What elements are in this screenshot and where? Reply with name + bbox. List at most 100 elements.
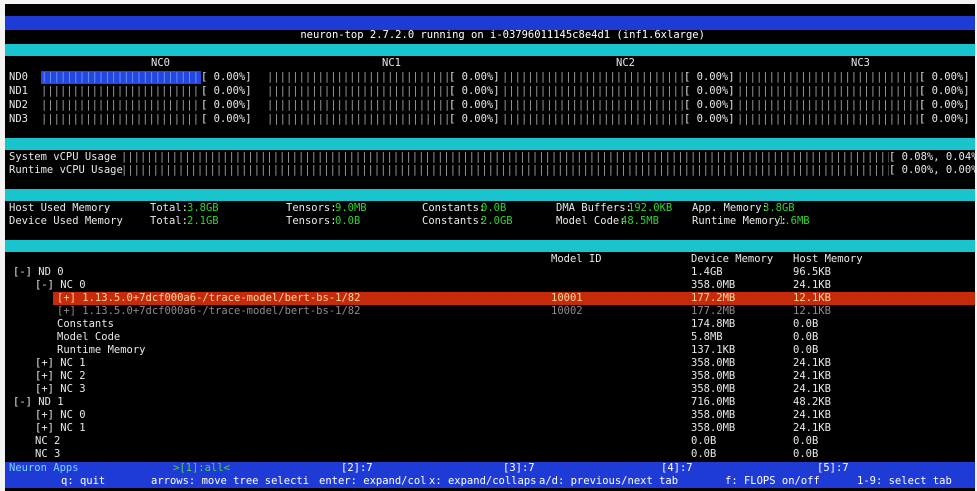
app-tab[interactable]: [4]:7: [661, 462, 693, 475]
neuron-apps-label: Neuron Apps: [9, 462, 79, 474]
utilization-meter: ||||||||||||||||||||||||||||||||||||||||…: [267, 113, 449, 125]
tree-node-host-memory: 24.1KB: [793, 409, 831, 421]
host-app-memory-key: App. Memory:: [692, 202, 768, 214]
host-dma-key: DMA Buffers:: [556, 202, 632, 214]
app-tab[interactable]: [2]:7: [341, 462, 373, 475]
tree-node-label[interactable]: [+] NC 2: [35, 370, 86, 383]
tree-node-label[interactable]: Runtime Memory: [57, 344, 146, 357]
tree-node-host-memory: 0.0B: [793, 318, 819, 330]
utilization-value: [ 0.00%]: [201, 113, 252, 125]
utilization-value: [ 0.00%]: [449, 99, 500, 111]
device-runtime-memory-value: 1.6MB: [778, 215, 810, 227]
utilization-meter: ||||||||||||||||||||||||||||||||||||||||…: [41, 113, 201, 125]
tree-node-host-memory: 24.1KB: [793, 422, 831, 434]
host-total-value: 3.8GB: [187, 202, 219, 214]
utilization-value: [ 0.00%]: [684, 113, 735, 125]
tree-node-device-memory: 0.0B: [691, 435, 717, 447]
tree-node-device-memory: 358.0MB: [691, 370, 736, 382]
terminal-window: neuron-top 2.7.2.0 running on i-03796011…: [5, 4, 975, 491]
nc-util-header: NeuronCore v1 Utilization: [5, 44, 975, 68]
vcpu-meter: ||||||||||||||||||||||||||||||||||||||||…: [121, 164, 889, 176]
utilization-meter: ||||||||||||||||||||||||||||||||||||||||…: [502, 71, 684, 83]
device-model-code-value: 48.5MB: [621, 215, 659, 227]
tree-node-host-memory: 48.2KB: [793, 396, 831, 408]
tree-node-device-memory: 358.0MB: [691, 357, 736, 369]
key-hint: q: quit: [61, 475, 106, 487]
host-constants-value: 0.0B: [481, 202, 507, 214]
vcpu-header: vCPU Utilization: [5, 138, 975, 162]
app-tab[interactable]: >[1]:all<: [173, 462, 230, 475]
tree-node-device-memory: 5.8MB: [691, 331, 723, 343]
utilization-value: [ 0.00%]: [684, 71, 735, 83]
host-dma-value: 192.0KB: [628, 202, 673, 214]
utilization-meter: ||||||||||||||||||||||||||||||||||||||||…: [267, 85, 449, 97]
tree-node-host-memory: 96.5KB: [793, 266, 831, 278]
host-total-key: Total:: [150, 202, 188, 214]
tree-node-label[interactable]: [+] NC 0: [35, 409, 86, 422]
utilization-meter: ||||||||||||||||||||||||||||||||||||||||…: [41, 99, 201, 111]
utilization-meter: ||||||||||||||||||||||||||||||||||||||||…: [502, 99, 684, 111]
utilization-value: [ 0.00%]: [919, 113, 970, 125]
tree-node-label[interactable]: [+] 1.13.5.0+7dcf000a6-/trace-model/bert…: [57, 305, 360, 318]
app-tab[interactable]: [5]:7: [817, 462, 849, 475]
mem-summary-header: Memory Usage Summary: [5, 189, 975, 213]
utilization-value: [ 0.00%]: [684, 99, 735, 111]
device-tensors-key: Tensors:: [286, 215, 337, 227]
utilization-value: [ 0.00%]: [449, 113, 500, 125]
tree-node-label[interactable]: [+] NC 1: [35, 422, 86, 435]
host-tensors-value: 9.0MB: [335, 202, 367, 214]
key-hint: f: FLOPS on/off: [725, 475, 820, 487]
tree-node-device-memory: 358.0MB: [691, 279, 736, 291]
utilization-value: [ 0.00%]: [919, 71, 970, 83]
tree-node-device-memory: 174.8MB: [691, 318, 736, 330]
tree-node-host-memory: 0.0B: [793, 331, 819, 343]
tree-node-label[interactable]: [-] ND 0: [13, 266, 64, 279]
device-total-value: 2.1GB: [187, 215, 219, 227]
tree-node-label[interactable]: [+] NC 1: [35, 357, 86, 370]
col-host-memory: Host Memory: [793, 253, 863, 265]
tree-node-host-memory: 12.1KB: [793, 292, 831, 304]
tree-node-device-memory: 137.1KB: [691, 344, 736, 356]
tree-node-device-memory: 358.0MB: [691, 409, 736, 421]
tree-node-model-id: 10001: [551, 292, 583, 304]
device-label: Device Used Memory: [9, 215, 123, 227]
device-row-label: ND2: [9, 99, 28, 111]
utilization-value: [ 0.00%]: [201, 99, 252, 111]
vcpu-value: [ 0.08%, 0.04%]: [889, 151, 975, 163]
tree-node-device-memory: 358.0MB: [691, 383, 736, 395]
tree-node-host-memory: 24.1KB: [793, 357, 831, 369]
title-text: neuron-top 2.7.2.0 running on i-03796011…: [300, 29, 705, 41]
tree-node-label[interactable]: [-] NC 0: [35, 279, 86, 292]
host-app-memory-value: 3.8GB: [763, 202, 795, 214]
mem-details-header-label: Memory Usage Details: [30, 252, 157, 264]
tree-node-host-memory: 0.0B: [793, 448, 819, 460]
utilization-value: [ 0.00%]: [684, 85, 735, 97]
tree-node-model-id: 10002: [551, 305, 583, 317]
app-tab[interactable]: [3]:7: [503, 462, 535, 475]
host-constants-key: Constants:: [422, 202, 486, 214]
device-row-label: ND1: [9, 85, 28, 97]
device-constants-key: Constants:: [422, 215, 486, 227]
tree-node-label[interactable]: NC 3: [35, 448, 60, 461]
device-row-label: ND0: [9, 71, 28, 83]
tree-node-host-memory: 24.1KB: [793, 370, 831, 382]
host-tensors-key: Tensors:: [286, 202, 337, 214]
tree-node-host-memory: 24.1KB: [793, 383, 831, 395]
utilization-meter: ||||||||||||||||||||||||||||||||||||||||…: [737, 85, 919, 97]
vcpu-value: [ 0.00%, 0.00%]: [889, 164, 975, 176]
key-hint: x: expand/collapse entir: [429, 475, 537, 487]
vcpu-meter: ||||||||||||||||||||||||||||||||||||||||…: [121, 151, 889, 163]
device-row-label: ND3: [9, 113, 28, 125]
utilization-value: [ 0.00%]: [449, 85, 500, 97]
utilization-meter: ||||||||||||||||||||||||||||||||||||||||…: [737, 99, 919, 111]
nc-column-header: NC3: [851, 57, 870, 69]
tree-node-label[interactable]: Constants: [57, 318, 114, 331]
tree-node-label[interactable]: [+] NC 3: [35, 383, 86, 396]
utilization-meter: ||||||||||||||||||||||||||||||||||||||||…: [41, 71, 201, 84]
tree-node-label[interactable]: [+] 1.13.5.0+7dcf000a6-/trace-model/bert…: [57, 292, 360, 305]
tree-node-label[interactable]: [-] ND 1: [13, 396, 64, 409]
device-model-code-key: Model Code:: [556, 215, 626, 227]
utilization-value: [ 0.00%]: [449, 71, 500, 83]
tree-node-label[interactable]: Model Code: [57, 331, 120, 344]
tree-node-label[interactable]: NC 2: [35, 435, 60, 448]
